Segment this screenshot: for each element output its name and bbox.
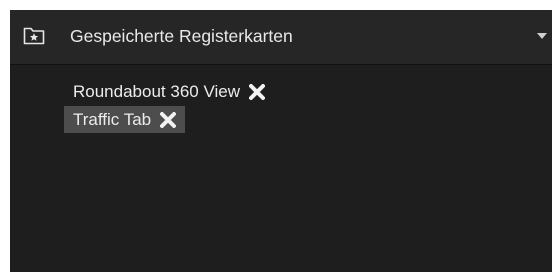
saved-tabs-panel: Gespeicherte Registerkarten Roundabout 3… [10, 10, 552, 272]
panel-header[interactable]: Gespeicherte Registerkarten [10, 10, 552, 65]
panel-title: Gespeicherte Registerkarten [70, 26, 293, 46]
folder-star-icon [23, 25, 45, 45]
close-icon[interactable] [248, 83, 266, 101]
close-icon[interactable] [159, 111, 177, 129]
saved-tab-label: Traffic Tab [73, 110, 152, 129]
chevron-down-icon[interactable] [537, 33, 547, 39]
saved-tab-item[interactable]: Roundabout 360 View [64, 78, 274, 105]
saved-tab-item-selected[interactable]: Traffic Tab [64, 106, 186, 133]
saved-tab-label: Roundabout 360 View [73, 82, 240, 101]
saved-tabs-list: Roundabout 360 View Traffic Tab [64, 78, 274, 134]
